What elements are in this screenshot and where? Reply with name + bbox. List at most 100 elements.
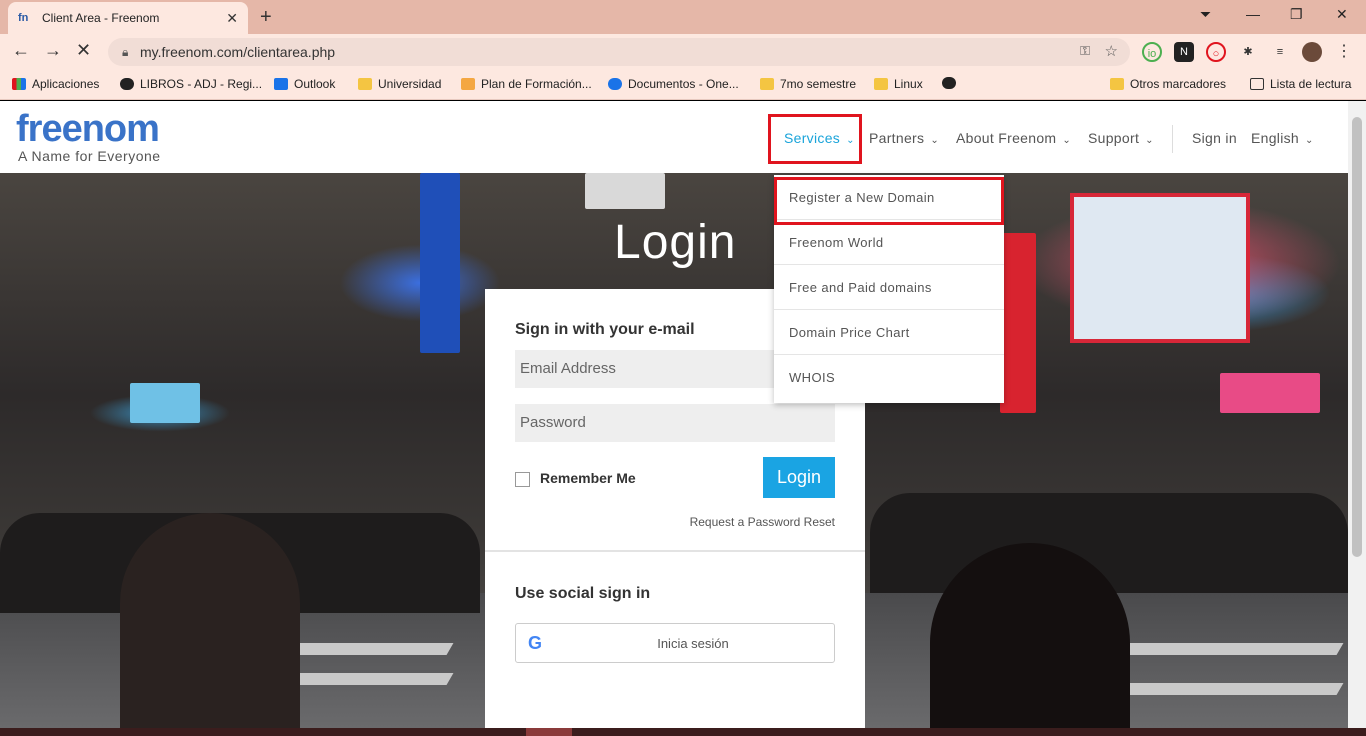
nav-signin[interactable]: Sign in [1192,130,1237,146]
onedrive-icon [608,78,622,90]
bookmark-label: Outlook [294,77,336,91]
bookmark-item[interactable]: Linux [874,77,923,91]
login-title: Login [614,216,737,269]
globe-icon [942,77,956,89]
screen-sign [130,383,200,423]
register-domain-highlight [774,177,1004,225]
close-tab-icon[interactable]: ✕ [226,10,238,27]
lock-icon[interactable]: 🔒︎ [122,45,140,60]
site-icon [461,78,475,90]
vertical-sign [1000,233,1036,413]
bookmark-label: Plan de Formación... [481,77,592,91]
bookmark-label: LIBROS - ADJ - Regi... [140,77,263,91]
nav-about-label: About Freenom [956,130,1057,146]
bookmark-item[interactable]: Otros marcadores [1110,77,1226,91]
bookmark-item[interactable]: Universidad [358,77,441,91]
web-page: freenom A Name for Everyone Services ⌄ Pa… [0,101,1348,728]
reading-list-icon [1250,78,1264,90]
nav-support-label: Support [1088,130,1140,146]
bookmark-item[interactable]: Plan de Formación... [461,77,592,91]
bookmark-item[interactable]: Aplicaciones [12,77,99,91]
nav-partners[interactable]: Partners ⌄ [869,130,939,146]
folder-icon [760,78,774,90]
nav-partners-label: Partners [869,130,925,146]
card-divider [485,550,865,552]
taskbar [0,728,1366,736]
media-control-icon[interactable]: ≡ [1270,42,1290,62]
back-icon[interactable]: ← [12,40,30,61]
chevron-down-icon: ⌄ [1145,135,1154,146]
folder-icon [358,78,372,90]
bookmark-label: Aplicaciones [32,77,100,91]
chevron-down-icon: ⌄ [1305,135,1314,146]
store-sign [1220,373,1320,413]
login-button[interactable]: Login [763,457,835,498]
nav-divider [1172,125,1173,153]
minimize-icon[interactable]: — [1246,6,1260,22]
bookmark-label: Linux [894,77,923,91]
extension-io-icon[interactable]: io [1142,42,1162,62]
bookmark-label: 7mo semestre [780,77,857,91]
google-signin-button[interactable]: G Inicia sesión [515,623,835,663]
remember-me-label: Remember Me [540,470,636,486]
menu-item-price-chart[interactable]: Domain Price Chart [774,310,1004,355]
bookmark-star-icon[interactable]: ☆ [1105,42,1118,60]
menu-item-whois[interactable]: WHOIS [774,355,1004,400]
bookmark-label: Universidad [378,77,442,91]
restore-icon[interactable]: ❐ [1290,6,1303,23]
extensions-puzzle-icon[interactable]: ✱ [1238,42,1258,62]
foreground-person [120,513,300,728]
bookmark-item[interactable]: Documentos - One... [608,77,739,91]
bookmark-item[interactable]: Lista de lectura [1250,77,1351,91]
freenom-favicon-icon: fn [18,12,29,24]
nav-language-label: English [1251,130,1300,146]
softbank-sign [585,173,665,209]
menu-item-free-paid-domains[interactable]: Free and Paid domains [774,265,1004,310]
folder-icon [1110,78,1124,90]
site-header: freenom A Name for Everyone Services ⌄ Pa… [0,101,1348,173]
password-reset-link[interactable]: Request a Password Reset [690,515,835,529]
stop-loading-icon[interactable]: ✕ [76,40,91,61]
menu-item-freenom-world[interactable]: Freenom World [774,220,1004,265]
bookmark-item[interactable]: LIBROS - ADJ - Regi... [120,77,262,91]
tab-search-icon[interactable]: ⏷ [1200,6,1211,23]
billboard [1070,193,1250,343]
nav-support[interactable]: Support ⌄ [1088,130,1154,146]
social-signin-heading: Use social sign in [515,585,651,602]
menu-kebab-icon[interactable]: ⋮ [1334,42,1354,62]
logo-text: freenom [16,108,160,150]
bookmark-item[interactable] [942,77,962,89]
nav-about[interactable]: About Freenom ⌄ [956,130,1071,146]
browser-tab-bar: fn Client Area - Freenom ✕ + ⏷ — ❐ ✕ [0,0,1366,34]
address-bar[interactable]: 🔒︎ my.freenom.com/clientarea.php ⚿ ☆ [108,38,1130,66]
close-window-icon[interactable]: ✕ [1336,6,1348,23]
url-text: my.freenom.com/clientarea.php [140,44,336,60]
bookmark-item[interactable]: Outlook [274,77,335,91]
bookmarks-bar: Aplicaciones LIBROS - ADJ - Regi... Outl… [0,70,1366,100]
page-scrollbar[interactable] [1348,101,1366,728]
password-key-icon[interactable]: ⚿ [1080,43,1090,59]
browser-tab[interactable]: fn Client Area - Freenom ✕ [8,2,248,34]
remember-me-checkbox[interactable] [515,472,530,487]
password-field[interactable]: Password [515,404,835,442]
hero-background-image: Login Sign in with your e-mail Email Add… [0,173,1348,728]
browser-toolbar: ← → ✕ 🔒︎ my.freenom.com/clientarea.php ⚿… [0,34,1366,70]
freenom-logo[interactable]: freenom [16,108,160,150]
profile-avatar[interactable] [1302,42,1322,62]
chevron-down-icon: ⌄ [930,135,939,146]
new-tab-icon[interactable]: + [260,6,272,29]
bookmark-label: Lista de lectura [1270,77,1352,91]
tagline: A Name for Everyone [18,148,161,164]
forward-icon[interactable]: → [44,40,62,61]
chevron-down-icon: ⌄ [1062,135,1072,146]
apps-grid-icon [12,78,26,90]
bookmark-item[interactable]: 7mo semestre [760,77,856,91]
scrollbar-thumb[interactable] [1352,117,1362,557]
google-signin-label: Inicia sesión [657,636,729,651]
nav-language[interactable]: English ⌄ [1251,130,1314,146]
extension-red-icon[interactable]: ○ [1206,42,1226,62]
bookmark-label: Otros marcadores [1130,77,1227,91]
notion-icon[interactable]: N [1174,42,1194,62]
taskbar-app[interactable] [526,728,572,736]
outlook-icon [274,78,288,90]
